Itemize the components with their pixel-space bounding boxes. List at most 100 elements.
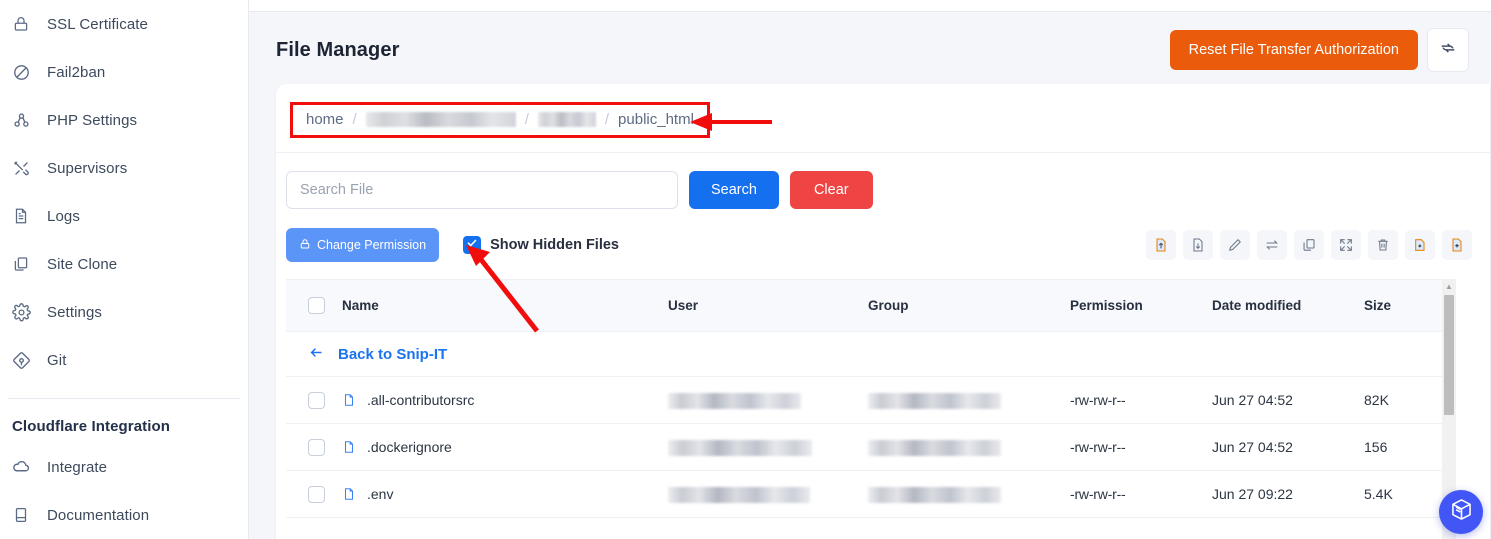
row-group-cell (868, 423, 1070, 471)
row-user-cell (668, 376, 868, 424)
scroll-up-arrow-icon[interactable]: ▲ (1442, 279, 1456, 293)
change-permission-button[interactable]: Change Permission (286, 228, 440, 262)
breadcrumb-item-home[interactable]: home (306, 111, 344, 128)
search-row: Search Clear (276, 153, 1490, 209)
breadcrumb-item-redacted-2[interactable] (537, 112, 596, 127)
sidebar-item-label: Logs (47, 207, 80, 225)
show-hidden-files-control[interactable]: Show Hidden Files (463, 236, 619, 254)
actions-row: Change Permission Show Hidden Files (276, 209, 1490, 262)
refresh-icon (1439, 39, 1457, 62)
back-to-parent-link[interactable]: Back to Snip-IT (286, 344, 447, 365)
row-size-cell: 156 (1364, 423, 1442, 471)
change-permission-label: Change Permission (317, 238, 427, 252)
table-row[interactable]: .dockerignore -rw-rw-r-- Jun 27 04:52 15… (286, 423, 1442, 471)
book-icon (10, 504, 32, 526)
copy-icon[interactable] (1294, 230, 1324, 260)
sidebar-item-fail2ban[interactable]: Fail2ban (0, 48, 248, 96)
sidebar-item-label: Settings (47, 303, 102, 321)
sidebar-item-label: Fail2ban (47, 63, 106, 81)
file-table: Name User Group Permission Date modified… (286, 279, 1442, 518)
transfer-arrows-icon[interactable] (1257, 230, 1287, 260)
sidebar-item-ssl-certificate[interactable]: SSL Certificate (0, 0, 248, 48)
file-icon (342, 487, 356, 501)
sidebar-item-label: Documentation (47, 506, 150, 524)
breadcrumb-separator: / (524, 111, 529, 128)
document-icon (10, 205, 32, 227)
edit-pencil-icon[interactable] (1220, 230, 1250, 260)
sidebar-item-php-settings[interactable]: PHP Settings (0, 96, 248, 144)
arrow-left-icon (308, 344, 325, 365)
refresh-button[interactable] (1427, 28, 1469, 72)
clear-button[interactable]: Clear (789, 171, 873, 209)
row-checkbox[interactable] (308, 391, 325, 409)
sidebar-item-label: Integrate (47, 458, 108, 476)
show-hidden-files-label: Show Hidden Files (490, 237, 619, 253)
cube-icon (1449, 497, 1474, 527)
row-checkbox[interactable] (308, 438, 325, 456)
show-hidden-files-checkbox[interactable] (463, 236, 482, 254)
search-button[interactable]: Search (689, 171, 779, 209)
row-name-cell[interactable]: .env (342, 470, 668, 518)
breadcrumb-item-redacted-1[interactable] (365, 112, 516, 127)
sidebar-item-label: Git (47, 351, 67, 369)
sidebar-item-site-clone[interactable]: Site Clone (0, 240, 248, 288)
back-cell: Back to Snip-IT (286, 331, 1442, 377)
back-row: Back to Snip-IT (286, 331, 1442, 377)
sidebar-item-logs[interactable]: Logs (0, 192, 248, 240)
sidebar-item-settings[interactable]: Settings (0, 288, 248, 336)
table-row[interactable]: .env -rw-rw-r-- Jun 27 09:22 5.4K (286, 470, 1442, 518)
file-table-body: Back to Snip-IT .all-contributorsrc -rw-… (286, 331, 1442, 518)
floating-assistant-button[interactable] (1439, 490, 1483, 534)
copy-icon (10, 253, 32, 275)
column-header-permission[interactable]: Permission (1070, 279, 1212, 332)
git-icon (10, 349, 32, 371)
trash-icon[interactable] (1368, 230, 1398, 260)
search-input[interactable] (286, 171, 678, 209)
sidebar-item-integrate[interactable]: Integrate (0, 443, 248, 491)
ban-icon (10, 61, 32, 83)
redacted-user (668, 486, 810, 503)
column-header-group[interactable]: Group (868, 279, 1070, 332)
file-name: .dockerignore (367, 439, 452, 455)
download-file-icon[interactable] (1183, 230, 1213, 260)
row-permission-cell: -rw-rw-r-- (1070, 376, 1212, 424)
row-name-cell[interactable]: .dockerignore (342, 423, 668, 471)
row-group-cell (868, 470, 1070, 518)
redacted-user (668, 439, 812, 456)
row-date-cell: Jun 27 04:52 (1212, 423, 1364, 471)
column-header-size[interactable]: Size (1364, 279, 1442, 332)
row-group-cell (868, 376, 1070, 424)
column-header-user[interactable]: User (668, 279, 868, 332)
reset-file-transfer-authorization-button[interactable]: Reset File Transfer Authorization (1169, 30, 1418, 70)
new-folder-icon[interactable] (1405, 230, 1435, 260)
compress-icon[interactable] (1331, 230, 1361, 260)
sidebar: SSL Certificate Fail2ban PHP Settings Su… (0, 0, 249, 539)
file-name: .all-contributorsrc (367, 392, 475, 408)
header-actions: Reset File Transfer Authorization (1169, 28, 1469, 72)
upload-file-icon[interactable] (1146, 230, 1176, 260)
table-row[interactable]: .all-contributorsrc -rw-rw-r-- Jun 27 04… (286, 376, 1442, 424)
breadcrumb[interactable]: home / / / public_html (290, 102, 710, 138)
breadcrumb-separator: / (604, 111, 610, 128)
column-header-date-modified[interactable]: Date modified (1212, 279, 1364, 332)
column-header-name[interactable]: Name (342, 279, 668, 332)
tools-icon (10, 157, 32, 179)
sidebar-item-documentation[interactable]: Documentation (0, 491, 248, 539)
cloud-icon (10, 456, 32, 478)
scrollbar-thumb[interactable] (1444, 295, 1454, 415)
row-select-cell (286, 376, 342, 424)
sidebar-item-label: PHP Settings (47, 111, 138, 129)
file-toolbar (1146, 230, 1490, 260)
file-icon (342, 440, 356, 454)
sidebar-divider (8, 398, 240, 399)
select-all-checkbox[interactable] (308, 297, 325, 314)
row-name-cell[interactable]: .all-contributorsrc (342, 376, 668, 424)
file-table-head: Name User Group Permission Date modified… (286, 279, 1442, 332)
sidebar-item-git[interactable]: Git (0, 336, 248, 384)
file-manager-card: home / / / public_html Search Clear (276, 84, 1490, 539)
lock-icon (10, 13, 32, 35)
row-checkbox[interactable] (308, 485, 325, 503)
breadcrumb-item-public-html[interactable]: public_html (618, 111, 694, 128)
sidebar-item-supervisors[interactable]: Supervisors (0, 144, 248, 192)
new-file-icon[interactable] (1442, 230, 1472, 260)
